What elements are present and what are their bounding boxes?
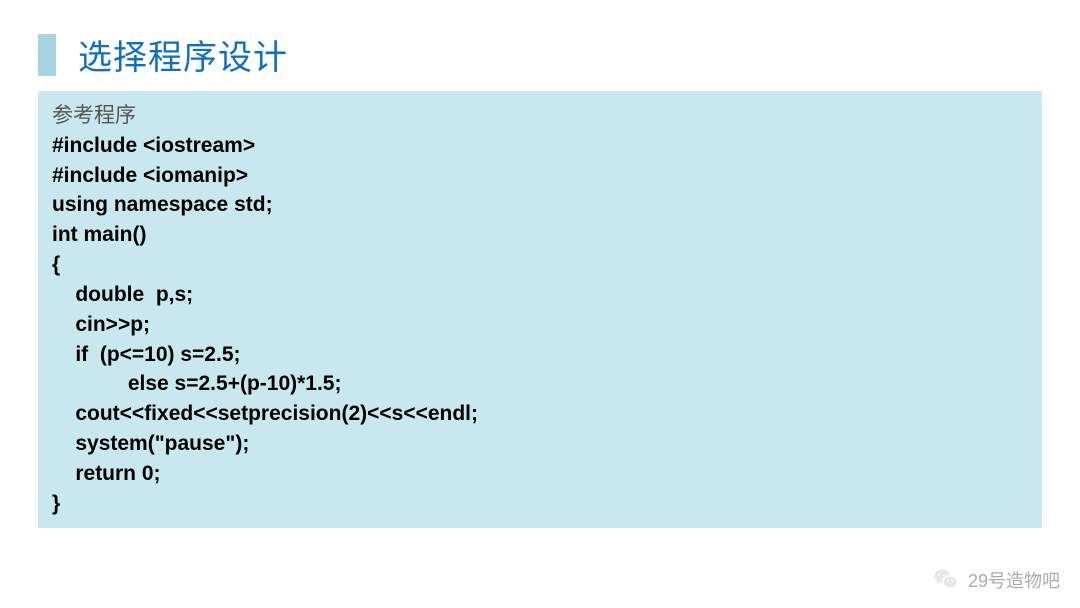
code-line: else s=2.5+(p-10)*1.5; <box>52 369 1028 399</box>
code-line: #include <iomanip> <box>52 161 1028 191</box>
watermark-text: 29号造物吧 <box>968 567 1060 593</box>
code-line: { <box>52 250 1028 280</box>
title-accent-bar <box>38 34 56 76</box>
code-line: } <box>52 489 1028 519</box>
slide-title: 选择程序设计 <box>78 30 288 79</box>
code-line: int main() <box>52 220 1028 250</box>
watermark: 29号造物吧 <box>932 566 1060 594</box>
code-line: cin>>p; <box>52 310 1028 340</box>
wechat-icon <box>932 566 960 594</box>
code-block: 参考程序 #include <iostream> #include <ioman… <box>38 91 1042 528</box>
reference-label: 参考程序 <box>52 101 1028 131</box>
code-line: cout<<fixed<<setprecision(2)<<s<<endl; <box>52 399 1028 429</box>
code-line: system("pause"); <box>52 429 1028 459</box>
title-row: 选择程序设计 <box>38 30 1042 79</box>
slide-container: 选择程序设计 参考程序 #include <iostream> #include… <box>0 0 1080 608</box>
code-line: double p,s; <box>52 280 1028 310</box>
code-line: if (p<=10) s=2.5; <box>52 340 1028 370</box>
code-line: using namespace std; <box>52 190 1028 220</box>
code-line: return 0; <box>52 459 1028 489</box>
code-line: #include <iostream> <box>52 131 1028 161</box>
